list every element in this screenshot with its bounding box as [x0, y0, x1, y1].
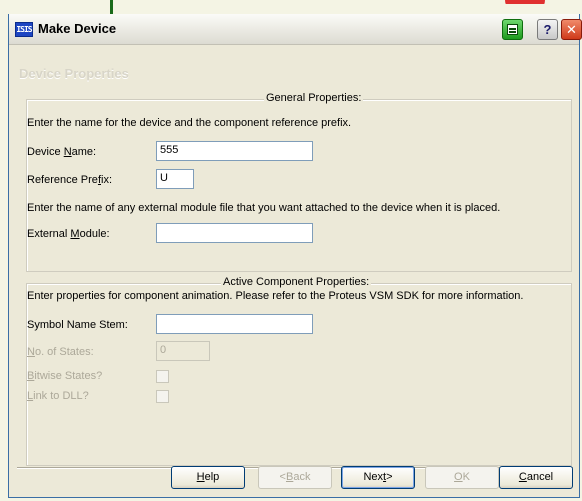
no-of-states-label: No. of States:: [27, 346, 94, 358]
external-module-input[interactable]: [156, 223, 313, 243]
help-icon[interactable]: ?: [537, 19, 558, 40]
next-button[interactable]: Next>: [341, 466, 415, 489]
bitwise-states-label: Bitwise States?: [27, 370, 103, 382]
no-of-states-input[interactable]: 0: [156, 341, 210, 361]
document-icon: [507, 24, 518, 35]
active-component-properties-group: Active Component Properties:: [26, 276, 572, 466]
green-toolbar-icon[interactable]: [502, 19, 523, 40]
link-to-dll-checkbox[interactable]: [156, 390, 169, 403]
page-heading: Device Properties: [19, 66, 129, 81]
window-title: Make Device: [38, 21, 117, 36]
reference-prefix-input[interactable]: U: [156, 169, 194, 189]
back-button[interactable]: <Back: [258, 466, 332, 489]
external-module-label: External Module:: [27, 228, 110, 240]
cancel-button[interactable]: Cancel: [499, 466, 573, 489]
device-name-input[interactable]: 555: [156, 141, 313, 161]
general-properties-title: General Properties:: [264, 92, 364, 104]
isis-app-icon: ISIS: [15, 22, 33, 37]
general-intro-text: Enter the name for the device and the co…: [27, 117, 352, 129]
active-component-properties-title: Active Component Properties:: [221, 276, 372, 288]
close-icon[interactable]: ✕: [561, 19, 582, 40]
help-button[interactable]: Help: [171, 466, 245, 489]
active-intro-text: Enter properties for component animation…: [27, 290, 524, 302]
background-schematic-wire: [110, 0, 113, 14]
title-bar[interactable]: ISIS Make Device ? ✕: [9, 14, 582, 45]
symbol-name-stem-label: Symbol Name Stem:: [27, 319, 128, 331]
symbol-name-stem-input[interactable]: [156, 314, 313, 334]
background-schematic-arc: [505, 0, 545, 12]
ok-button[interactable]: OK: [425, 466, 499, 489]
module-intro-text: Enter the name of any external module fi…: [27, 202, 501, 214]
link-to-dll-label: Link to DLL?: [27, 390, 89, 402]
device-name-label: Device Name:: [27, 146, 97, 158]
make-device-dialog: ISIS Make Device ? ✕ Device Properties G…: [8, 14, 582, 498]
reference-prefix-label: Reference Prefix:: [27, 174, 112, 186]
bitwise-states-checkbox[interactable]: [156, 370, 169, 383]
